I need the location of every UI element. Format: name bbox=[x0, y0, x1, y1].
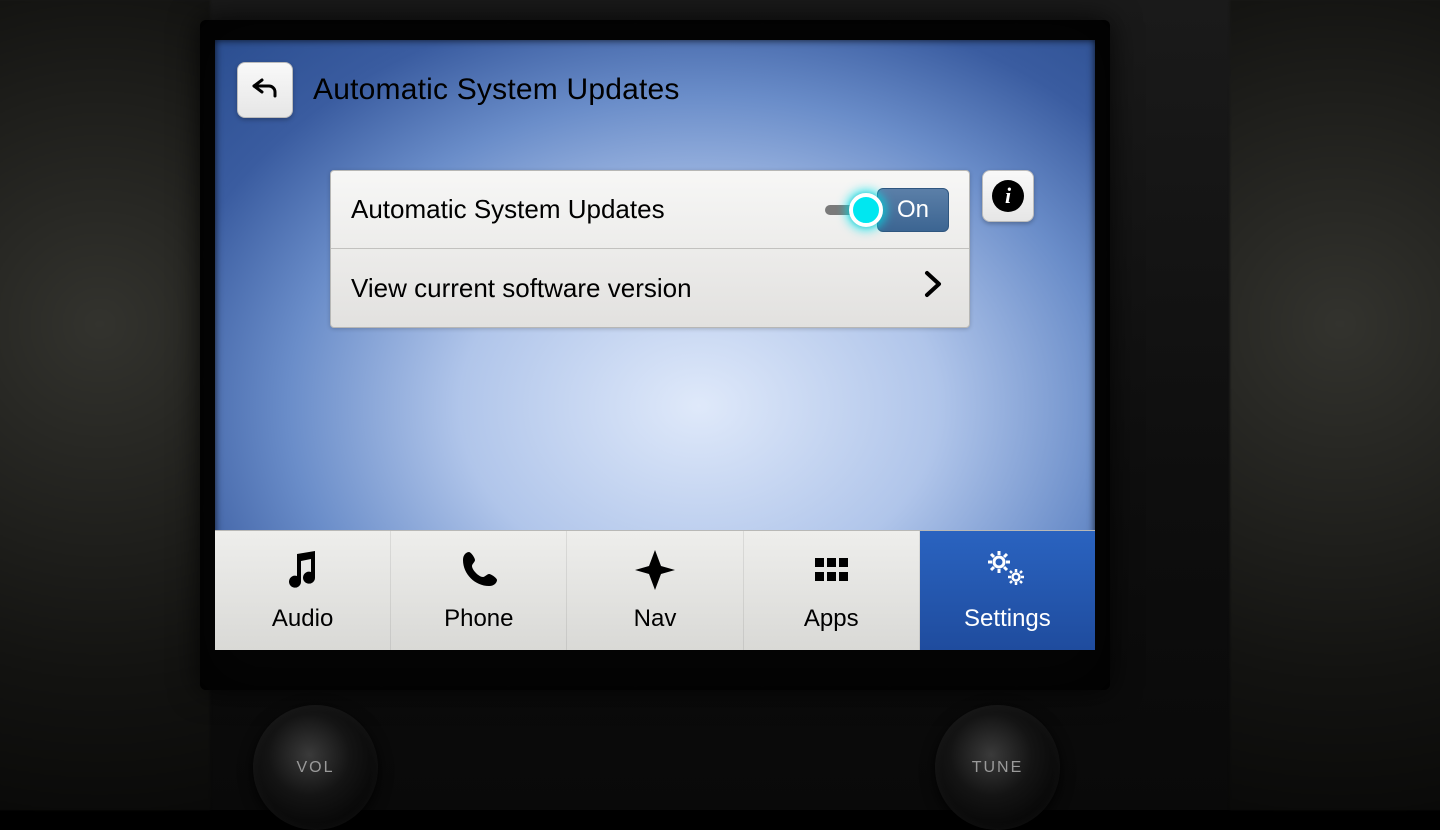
knob-label: TUNE bbox=[972, 759, 1024, 777]
row-view-version[interactable]: View current software version bbox=[331, 249, 969, 327]
grid-icon bbox=[809, 548, 853, 599]
auto-update-toggle[interactable]: On bbox=[825, 188, 949, 232]
page-title: Automatic System Updates bbox=[313, 73, 680, 107]
knob-label: VOL bbox=[296, 759, 334, 777]
music-icon bbox=[281, 548, 325, 599]
ambient-right bbox=[1230, 0, 1440, 810]
tab-nav[interactable]: Nav bbox=[567, 531, 743, 650]
auto-update-label: Automatic System Updates bbox=[351, 194, 665, 225]
tune-knob[interactable]: TUNE bbox=[935, 705, 1060, 830]
row-auto-update: Automatic System Updates On bbox=[331, 171, 969, 249]
info-icon: i bbox=[992, 180, 1024, 212]
back-icon bbox=[249, 72, 281, 109]
chevron-right-icon bbox=[923, 269, 949, 307]
tab-phone[interactable]: Phone bbox=[391, 531, 567, 650]
toggle-state-label: On bbox=[877, 188, 949, 232]
info-button[interactable]: i bbox=[982, 170, 1034, 222]
tab-label: Nav bbox=[634, 605, 677, 633]
back-button[interactable] bbox=[237, 62, 293, 118]
ambient-left bbox=[0, 0, 210, 810]
device-bezel: Automatic System Updates Automatic Syste… bbox=[200, 20, 1110, 690]
toggle-knob bbox=[849, 193, 883, 227]
settings-panel: Automatic System Updates On View current… bbox=[330, 170, 970, 328]
compass-icon bbox=[633, 548, 677, 599]
tab-label: Audio bbox=[272, 605, 333, 633]
gears-icon bbox=[985, 548, 1029, 599]
volume-knob[interactable]: VOL bbox=[253, 705, 378, 830]
phone-icon bbox=[457, 548, 501, 599]
tab-audio[interactable]: Audio bbox=[215, 531, 391, 650]
tab-settings[interactable]: Settings bbox=[920, 531, 1095, 650]
tab-bar: Audio Phone Nav bbox=[215, 530, 1095, 650]
tab-label: Apps bbox=[804, 605, 859, 633]
tab-label: Settings bbox=[964, 605, 1051, 633]
touchscreen: Automatic System Updates Automatic Syste… bbox=[215, 40, 1095, 650]
header-bar: Automatic System Updates bbox=[237, 62, 1073, 118]
tab-label: Phone bbox=[444, 605, 513, 633]
tab-apps[interactable]: Apps bbox=[744, 531, 920, 650]
view-version-label: View current software version bbox=[351, 273, 692, 304]
